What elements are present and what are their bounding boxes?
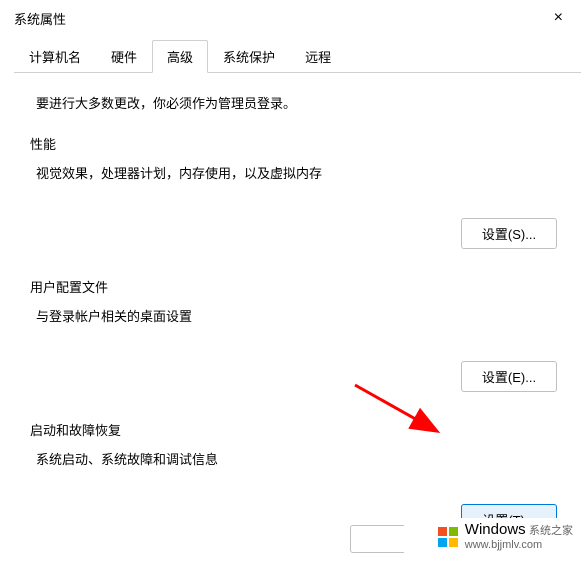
intro-text: 要进行大多数更改，你必须作为管理员登录。 <box>36 93 557 112</box>
section-user-profile: 用户配置文件 与登录帐户相关的桌面设置 设置(E)... <box>36 277 557 392</box>
watermark-text: Windows 系统之家 www.bjjmlv.com <box>465 522 573 551</box>
tab-row: 计算机名 硬件 高级 系统保护 远程 <box>0 36 581 73</box>
watermark-main: Windows <box>465 521 526 538</box>
tab-computer-name[interactable]: 计算机名 <box>14 40 96 73</box>
partial-button <box>350 525 404 553</box>
user-profile-settings-button[interactable]: 设置(E)... <box>461 361 557 392</box>
tab-remote[interactable]: 远程 <box>290 40 346 73</box>
window-title: 系统属性 <box>14 9 66 28</box>
watermark: Windows 系统之家 www.bjjmlv.com <box>429 518 581 555</box>
tab-advanced[interactable]: 高级 <box>152 40 208 73</box>
section-performance-title: 性能 <box>30 134 557 153</box>
section-performance-desc: 视觉效果，处理器计划，内存使用，以及虚拟内存 <box>36 163 557 182</box>
section-startup-title: 启动和故障恢复 <box>30 420 557 439</box>
tab-system-protection[interactable]: 系统保护 <box>208 40 290 73</box>
watermark-url: www.bjjmlv.com <box>465 539 573 551</box>
section-startup-desc: 系统启动、系统故障和调试信息 <box>36 449 557 468</box>
close-icon[interactable]: × <box>550 9 567 27</box>
watermark-sub: 系统之家 <box>529 525 573 537</box>
windows-logo-icon <box>437 526 459 548</box>
tab-hardware[interactable]: 硬件 <box>96 40 152 73</box>
section-user-profile-desc: 与登录帐户相关的桌面设置 <box>36 306 557 325</box>
performance-settings-button[interactable]: 设置(S)... <box>461 218 557 249</box>
tab-content: 要进行大多数更改，你必须作为管理员登录。 性能 视觉效果，处理器计划，内存使用，… <box>0 73 581 573</box>
titlebar: 系统属性 × <box>0 0 581 36</box>
section-user-profile-title: 用户配置文件 <box>30 277 557 296</box>
section-performance: 性能 视觉效果，处理器计划，内存使用，以及虚拟内存 设置(S)... <box>36 134 557 249</box>
